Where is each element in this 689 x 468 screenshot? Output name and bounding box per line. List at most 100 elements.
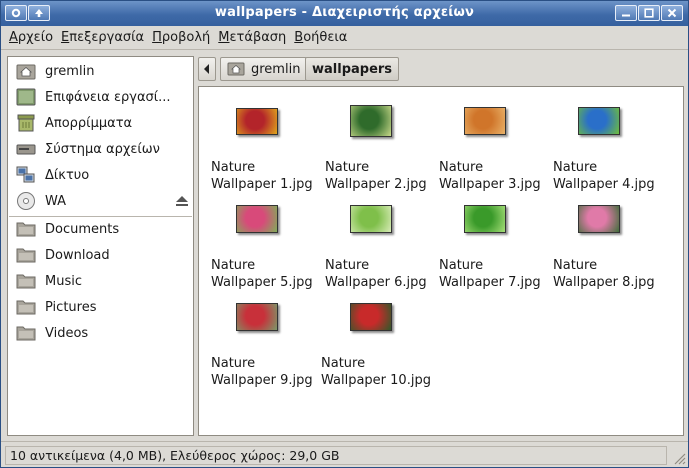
sidebar-item-pictures[interactable]: Pictures [8,294,193,320]
sidebar-item-trash[interactable]: Απορρίμματα [8,110,193,136]
file-name: Nature Wallpaper 8.jpg [553,258,655,290]
file-item[interactable]: Nature Wallpaper 6.jpg [325,201,439,293]
folder-icon [16,300,36,315]
sidebar-item-label: Σύστημα αρχείων [45,141,160,157]
image-thumbnail [464,107,506,135]
window-title: wallpapers - Διαχειριστής αρχείων [214,5,475,20]
menu-go-label: ετάβαση [229,30,287,45]
menu-file[interactable]: Αρχείο [5,30,57,45]
status-text: 10 αντικείμενα (4,0 MB), Ελεύθερος χώρος… [5,446,667,465]
file-name: Nature Wallpaper 10.jpg [321,356,431,388]
file-item[interactable]: Nature Wallpaper 3.jpg [439,103,553,195]
file-name: Nature Wallpaper 5.jpg [211,258,313,290]
sidebar-item-label: Documents [45,221,120,237]
folder-icon [16,326,36,341]
image-thumbnail [236,108,278,135]
file-name: Nature Wallpaper 2.jpg [325,160,427,192]
image-thumbnail [578,107,620,135]
file-item[interactable]: Nature Wallpaper 7.jpg [439,201,553,293]
folder-icon [16,248,36,263]
menu-help-mnemonic: Β [294,30,304,45]
folder-icon [16,222,36,237]
chevron-left-icon [204,64,209,74]
title-bar[interactable]: wallpapers - Διαχειριστής αρχείων [1,1,688,26]
sidebar-item-label: Videos [45,325,89,341]
sidebar-item-download[interactable]: Download [8,242,193,268]
maximize-icon [639,6,659,20]
image-thumbnail [464,205,506,233]
minimize-icon [616,6,636,20]
sidebar-item-disc-wa[interactable]: WA [8,188,193,214]
file-item[interactable]: Nature Wallpaper 1.jpg [211,103,325,195]
menu-file-label: ρχείο [17,30,54,45]
file-manager-window: wallpapers - Διαχειριστής αρχείων Αρχείο… [0,0,689,468]
file-name: Nature Wallpaper 3.jpg [439,160,541,192]
file-name: Nature Wallpaper 7.jpg [439,258,541,290]
menu-view[interactable]: Προβολή [148,30,214,45]
image-thumbnail [578,205,620,233]
desktop-icon [16,88,36,106]
sidebar-item-desktop[interactable]: Επιφάνεια εργασί... [8,84,193,110]
menu-edit-label: πεξεργασία [69,30,145,45]
maximize-button[interactable] [638,5,660,21]
folder-icon [16,274,36,289]
sidebar-item-label: gremlin [45,63,95,79]
file-name: Nature Wallpaper 1.jpg [211,160,313,192]
sidebar-item-label: Music [45,273,82,289]
image-thumbnail [350,303,392,331]
menu-view-mnemonic: Π [152,30,162,45]
menu-go[interactable]: Μετάβαση [214,30,290,45]
close-icon [662,6,682,20]
image-thumbnail [236,303,278,331]
path-bar: gremlin wallpapers [198,56,684,82]
sidebar-item-documents[interactable]: Documents [8,216,193,242]
trash-icon [17,114,35,132]
sidebar-item-music[interactable]: Music [8,268,193,294]
close-button[interactable] [661,5,683,21]
sidebar-item-label: Απορρίμματα [45,115,133,131]
sidebar-item-label: Pictures [45,299,97,315]
sidebar-item-label: WA [45,193,67,209]
path-parent-label: gremlin [251,61,301,77]
file-item[interactable]: Nature Wallpaper 2.jpg [325,103,439,195]
menu-view-label: ροβολή [161,30,211,45]
menu-bar: Αρχείο Επεξεργασία Προβολή Μετάβαση Βοήθ… [1,26,688,50]
file-name: Nature Wallpaper 4.jpg [553,160,655,192]
resize-grip-icon[interactable] [672,451,686,465]
sidebar-item-label: Δίκτυο [45,167,90,183]
network-icon [16,166,35,183]
sidebar-item-label: Download [45,247,110,263]
sidebar-item-home[interactable]: gremlin [8,58,193,84]
path-button-current[interactable]: wallpapers [305,57,400,81]
minimize-button[interactable] [615,5,637,21]
file-name: Nature Wallpaper 6.jpg [325,258,427,290]
home-folder-icon [227,62,245,76]
image-thumbnail [350,105,392,137]
file-item[interactable]: Nature Wallpaper 5.jpg [211,201,325,293]
file-item[interactable]: Nature Wallpaper 10.jpg [321,299,435,391]
path-current-label: wallpapers [312,61,393,77]
home-folder-icon [16,64,36,80]
menu-help-label: οήθεια [303,30,348,45]
sidebar-item-network[interactable]: Δίκτυο [8,162,193,188]
path-scroll-left-button[interactable] [198,57,216,81]
file-icon-view[interactable]: Nature Wallpaper 1.jpg Nature Wallpaper … [198,86,684,436]
sidebar-item-filesystem[interactable]: Σύστημα αρχείων [8,136,193,162]
menu-file-mnemonic: Α [9,30,18,45]
optical-disc-icon [17,192,35,210]
menu-go-mnemonic: Μ [218,30,230,45]
file-item[interactable]: Nature Wallpaper 9.jpg [211,299,325,391]
image-thumbnail [236,205,278,233]
eject-icon[interactable] [175,194,189,208]
menu-edit[interactable]: Επεξεργασία [57,30,148,45]
filesystem-drive-icon [16,144,36,155]
sidebar-item-videos[interactable]: Videos [8,320,193,346]
file-item[interactable]: Nature Wallpaper 8.jpg [553,201,667,293]
image-thumbnail [350,205,392,233]
sidebar-item-label: Επιφάνεια εργασί... [45,89,171,105]
file-name: Nature Wallpaper 9.jpg [211,356,313,388]
menu-help[interactable]: Βοήθεια [290,30,351,45]
file-item[interactable]: Nature Wallpaper 4.jpg [553,103,667,195]
side-pane: gremlin Επιφάνεια εργασί... Απορρίμματα … [7,56,194,436]
path-button-parent[interactable]: gremlin [220,57,308,81]
